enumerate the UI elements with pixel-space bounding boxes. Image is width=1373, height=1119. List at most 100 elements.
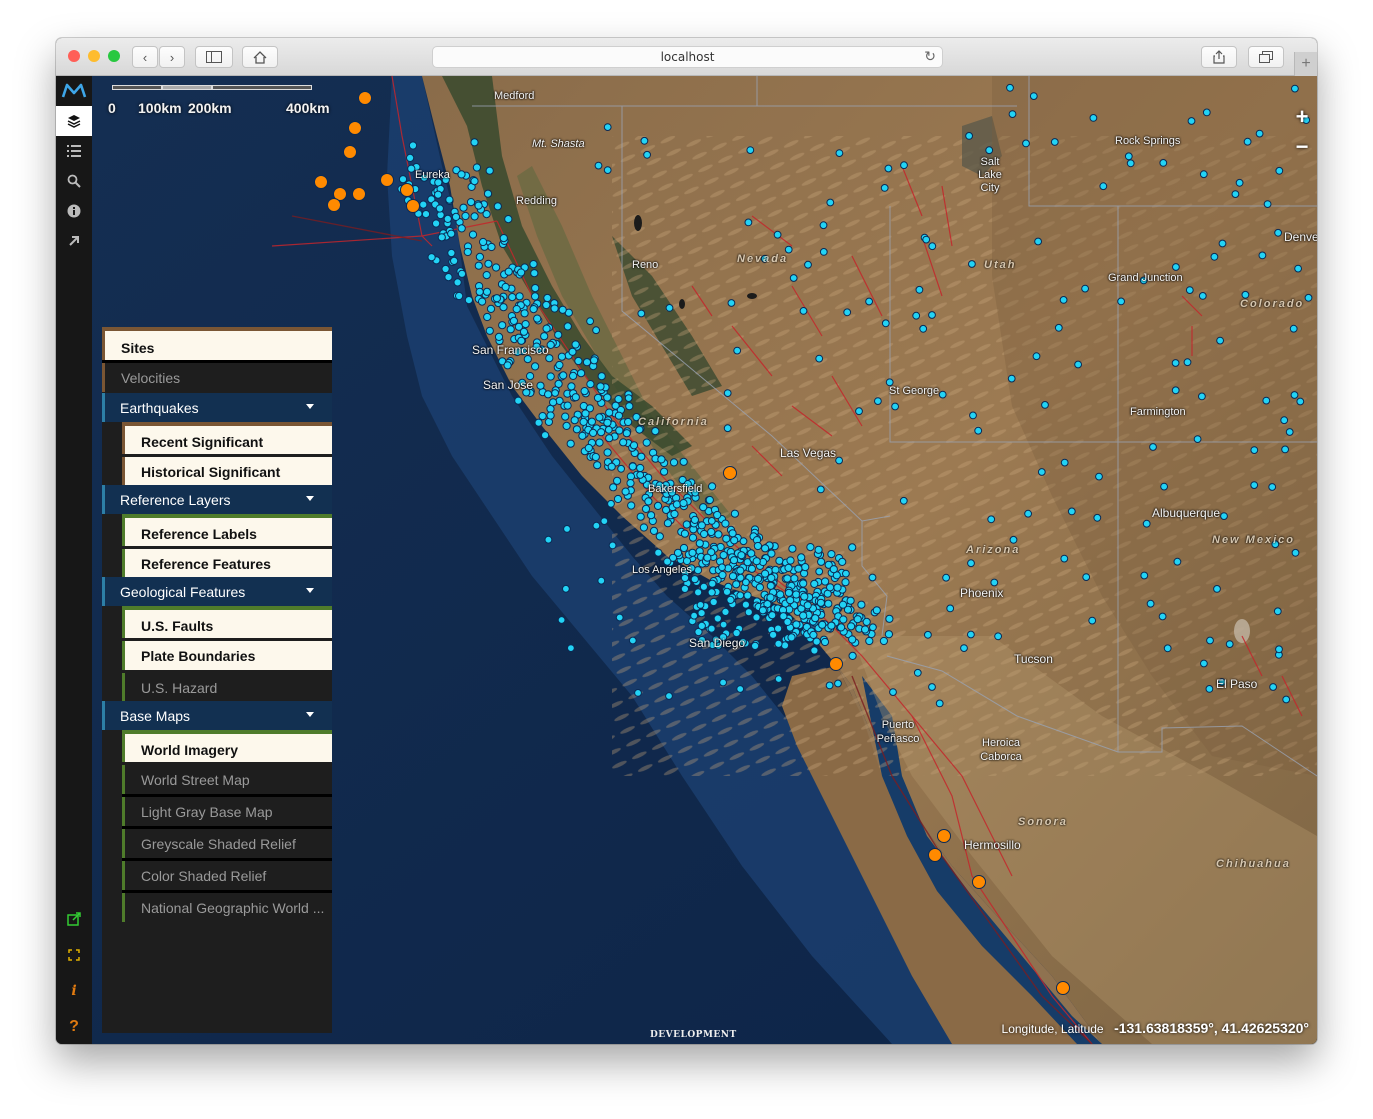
- gps-site-marker[interactable]: [688, 548, 697, 557]
- gps-site-marker[interactable]: [1171, 359, 1180, 367]
- gps-site-marker[interactable]: [719, 551, 728, 560]
- gps-site-marker[interactable]: [498, 321, 507, 330]
- earthquake-marker[interactable]: [937, 829, 951, 843]
- gps-site-marker[interactable]: [1269, 683, 1277, 691]
- gps-site-marker[interactable]: [857, 600, 866, 609]
- gps-site-marker[interactable]: [474, 261, 483, 270]
- gps-site-marker[interactable]: [603, 393, 612, 402]
- gps-site-marker[interactable]: [818, 620, 827, 629]
- gps-site-marker[interactable]: [1032, 352, 1041, 361]
- earthquake-marker[interactable]: [1056, 981, 1070, 995]
- gps-site-marker[interactable]: [581, 409, 590, 418]
- gps-site-marker[interactable]: [730, 509, 740, 518]
- gps-site-marker[interactable]: [1263, 200, 1272, 209]
- gps-site-marker[interactable]: [1022, 139, 1030, 148]
- basemap-color-relief[interactable]: Color Shaded Relief: [122, 861, 332, 890]
- gps-site-marker[interactable]: [636, 463, 645, 473]
- gps-site-marker[interactable]: [514, 396, 523, 405]
- gps-site-marker[interactable]: [800, 592, 809, 601]
- gps-site-marker[interactable]: [499, 234, 508, 243]
- gps-site-marker[interactable]: [603, 166, 612, 174]
- gps-site-marker[interactable]: [506, 325, 515, 334]
- gps-site-marker[interactable]: [594, 161, 603, 170]
- gps-site-marker[interactable]: [457, 269, 467, 278]
- gps-site-marker[interactable]: [812, 637, 821, 646]
- gps-site-marker[interactable]: [722, 587, 732, 596]
- gps-site-marker[interactable]: [1060, 554, 1069, 563]
- gps-site-marker[interactable]: [613, 476, 622, 485]
- gps-site-marker[interactable]: [482, 271, 491, 280]
- gps-site-marker[interactable]: [837, 623, 846, 632]
- gps-site-marker[interactable]: [483, 312, 492, 322]
- gps-site-marker[interactable]: [1296, 397, 1305, 406]
- gps-site-marker[interactable]: [617, 464, 625, 473]
- gps-site-marker[interactable]: [470, 212, 479, 221]
- gps-site-marker[interactable]: [834, 679, 842, 688]
- gps-site-marker[interactable]: [578, 431, 587, 440]
- gps-site-marker[interactable]: [494, 332, 504, 341]
- gps-site-marker[interactable]: [542, 300, 551, 310]
- gps-site-marker[interactable]: [1274, 228, 1282, 237]
- gps-site-marker[interactable]: [655, 532, 664, 541]
- gps-site-marker[interactable]: [593, 461, 602, 470]
- section-reference-layers[interactable]: Reference Layers: [102, 485, 332, 514]
- gps-site-marker[interactable]: [563, 401, 572, 410]
- gps-site-marker[interactable]: [699, 582, 709, 591]
- gps-site-marker[interactable]: [928, 311, 936, 319]
- gps-site-marker[interactable]: [774, 624, 783, 633]
- earthquake-marker[interactable]: [352, 187, 366, 201]
- gps-site-marker[interactable]: [451, 212, 461, 221]
- earthquake-marker[interactable]: [358, 91, 372, 105]
- gps-site-marker[interactable]: [538, 412, 547, 421]
- gps-site-marker[interactable]: [615, 613, 624, 622]
- gps-site-marker[interactable]: [605, 408, 614, 417]
- gps-site-marker[interactable]: [938, 390, 947, 399]
- gps-site-marker[interactable]: [586, 317, 595, 326]
- gps-site-marker[interactable]: [571, 393, 580, 402]
- gps-site-marker[interactable]: [994, 632, 1002, 641]
- gps-site-marker[interactable]: [723, 424, 732, 433]
- gps-site-marker[interactable]: [574, 356, 583, 366]
- gps-site-marker[interactable]: [815, 567, 824, 576]
- layer-toggle-plate-boundaries[interactable]: Plate Boundaries: [122, 641, 332, 670]
- gps-site-marker[interactable]: [455, 291, 464, 301]
- gps-site-marker[interactable]: [751, 641, 760, 651]
- gps-site-marker[interactable]: [589, 428, 598, 437]
- gps-site-marker[interactable]: [558, 305, 567, 314]
- gps-site-marker[interactable]: [874, 397, 882, 406]
- gps-site-marker[interactable]: [899, 496, 908, 505]
- gps-site-marker[interactable]: [504, 215, 513, 224]
- zoom-window-button[interactable]: [108, 50, 120, 62]
- gps-site-marker[interactable]: [504, 267, 513, 276]
- search-button[interactable]: [56, 166, 92, 196]
- gps-site-marker[interactable]: [1262, 396, 1271, 405]
- gps-site-marker[interactable]: [562, 584, 570, 593]
- gps-site-marker[interactable]: [608, 541, 617, 550]
- gps-site-marker[interactable]: [443, 214, 452, 223]
- gps-site-marker[interactable]: [447, 229, 456, 238]
- gps-site-marker[interactable]: [593, 393, 603, 402]
- gps-site-marker[interactable]: [1099, 182, 1108, 191]
- gps-site-marker[interactable]: [485, 326, 494, 335]
- gps-site-marker[interactable]: [637, 309, 646, 318]
- gps-site-marker[interactable]: [570, 416, 579, 425]
- gps-site-marker[interactable]: [730, 536, 739, 545]
- gps-site-marker[interactable]: [853, 615, 862, 624]
- gps-site-marker[interactable]: [1059, 296, 1068, 304]
- gps-site-marker[interactable]: [825, 681, 834, 690]
- gps-site-marker[interactable]: [1243, 137, 1252, 146]
- gps-site-marker[interactable]: [466, 198, 476, 207]
- gps-site-marker[interactable]: [407, 164, 416, 173]
- gps-site-marker[interactable]: [843, 308, 852, 317]
- gps-site-marker[interactable]: [485, 166, 494, 175]
- gps-site-marker[interactable]: [1158, 612, 1167, 621]
- gps-site-marker[interactable]: [783, 574, 792, 583]
- gps-site-marker[interactable]: [1255, 129, 1264, 138]
- gps-site-marker[interactable]: [619, 438, 628, 447]
- gps-site-marker[interactable]: [839, 615, 848, 624]
- gps-site-marker[interactable]: [714, 530, 723, 539]
- gps-site-marker[interactable]: [482, 287, 492, 296]
- gps-site-marker[interactable]: [670, 509, 679, 519]
- back-button[interactable]: ‹: [132, 46, 158, 68]
- gps-site-marker[interactable]: [515, 292, 524, 301]
